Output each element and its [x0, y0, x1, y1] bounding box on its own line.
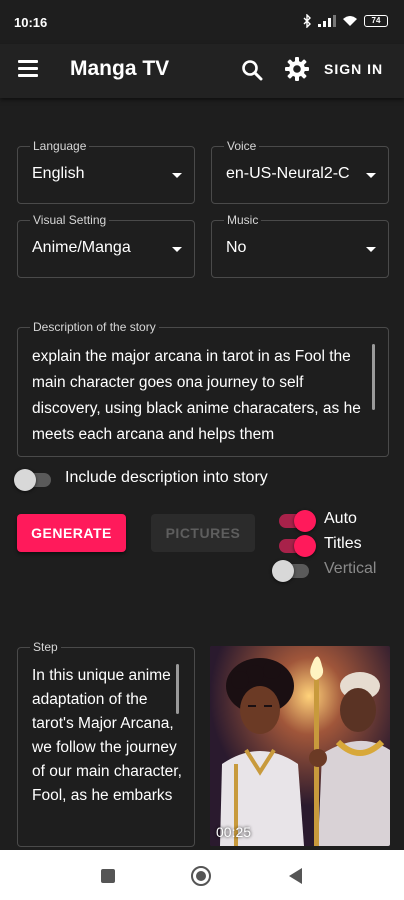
language-value: English [32, 165, 85, 182]
description-text: explain the major arcana in tarot in as … [32, 348, 361, 443]
triangle-back-icon[interactable] [289, 868, 302, 884]
status-bar: 10:16 74 [0, 0, 404, 44]
auto-toggle[interactable] [276, 508, 316, 532]
description-label: Description of the story [30, 320, 159, 334]
caret-down-icon [366, 173, 376, 178]
battery-icon: 74 [364, 15, 388, 27]
app-bar: Manga TV SIGN IN [0, 44, 404, 98]
vertical-toggle[interactable] [272, 558, 312, 582]
system-nav-bar [0, 850, 404, 900]
sign-in-button[interactable]: SIGN IN [324, 61, 383, 77]
auto-label: Auto [324, 510, 357, 527]
step-text: In this unique anime adaptation of the t… [32, 667, 182, 804]
caret-down-icon [172, 247, 182, 252]
language-select[interactable]: Language English [17, 139, 195, 204]
generate-button[interactable]: GENERATE [17, 514, 126, 552]
video-preview[interactable]: 00:25 [210, 646, 390, 846]
hamburger-menu-icon[interactable] [18, 60, 40, 82]
language-label: Language [30, 139, 90, 153]
voice-label: Voice [224, 139, 260, 153]
include-description-toggle[interactable] [14, 467, 54, 491]
status-icons: 74 [303, 14, 388, 28]
voice-value: en-US-Neural2-C [226, 165, 350, 182]
music-value: No [226, 239, 247, 256]
video-duration: 00:25 [216, 824, 252, 840]
voice-select[interactable]: Voice en-US-Neural2-C [211, 139, 389, 204]
include-description-label: Include description into story [65, 469, 268, 486]
visual-setting-select[interactable]: Visual Setting Anime/Manga [17, 213, 195, 278]
visual-setting-label: Visual Setting [30, 213, 110, 227]
app-title: Manga TV [70, 57, 170, 80]
description-scrollbar[interactable] [372, 344, 375, 410]
battery-level: 74 [371, 16, 381, 25]
caret-down-icon [366, 247, 376, 252]
square-icon[interactable] [101, 869, 115, 883]
anime-illustration [210, 646, 390, 846]
pictures-button[interactable]: PICTURES [151, 514, 255, 552]
vertical-label: Vertical [324, 560, 377, 577]
gear-icon[interactable] [284, 56, 310, 82]
step-label: Step [30, 640, 61, 654]
music-select[interactable]: Music No [211, 213, 389, 278]
caret-down-icon [172, 173, 182, 178]
titles-label: Titles [324, 535, 362, 552]
music-label: Music [224, 213, 262, 227]
signal-icon [318, 15, 336, 27]
circle-icon[interactable] [191, 866, 211, 886]
titles-toggle[interactable] [276, 533, 316, 557]
description-textarea[interactable]: Description of the story explain the maj… [17, 320, 389, 457]
step-scrollbar[interactable] [176, 664, 179, 714]
visual-setting-value: Anime/Manga [32, 239, 131, 256]
bluetooth-icon [303, 14, 311, 28]
status-time: 10:16 [14, 15, 48, 30]
search-icon[interactable] [240, 58, 264, 82]
step-textarea[interactable]: Step In this unique anime adaptation of … [17, 640, 195, 847]
wifi-icon [343, 16, 357, 26]
